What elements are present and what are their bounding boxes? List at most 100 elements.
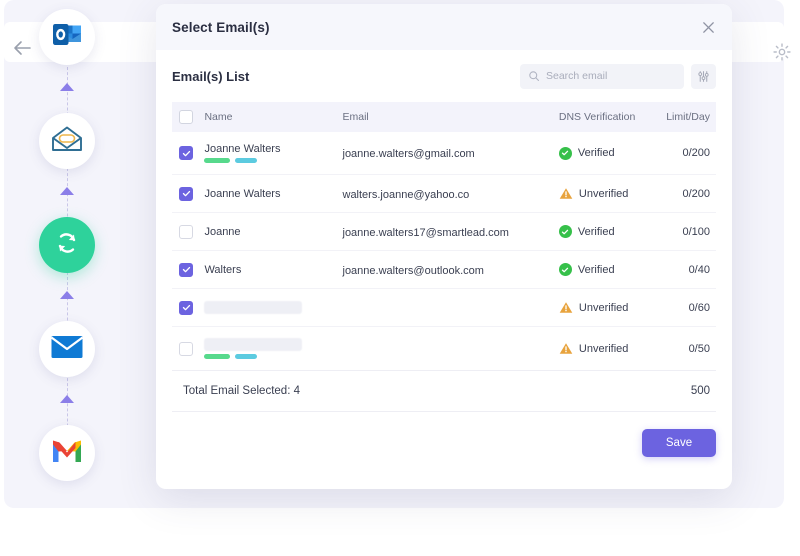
close-icon[interactable] <box>701 20 716 35</box>
open-envelope-icon <box>50 124 84 159</box>
screenshot-root: Select Email(s) Email(s) List <box>0 0 800 556</box>
row-name: Joanne Walters <box>204 143 342 155</box>
row-email-cell: walters.joanne@yahoo.co <box>343 185 559 203</box>
modal-title: Select Email(s) <box>172 20 270 35</box>
row-email-cell: joanne.walters@outlook.com <box>343 261 559 279</box>
tag-pill-green <box>204 354 230 359</box>
table-row[interactable]: Joanne Walterswalters.joanne@yahoo.coUnv… <box>172 175 716 213</box>
row-email-cell: joanne.walters@gmail.com <box>343 144 559 162</box>
workflow-rail <box>0 0 140 508</box>
dns-status-label: Unverified <box>579 302 629 314</box>
row-name-cell: Joanne Walters <box>200 143 342 163</box>
select-all-cell <box>172 110 200 124</box>
row-check-cell <box>172 263 200 277</box>
row-name-cell: Joanne Walters <box>200 188 342 200</box>
row-checkbox[interactable] <box>179 263 193 277</box>
gear-icon[interactable] <box>772 42 792 62</box>
tag-pill-blue <box>235 354 257 359</box>
row-checkbox[interactable] <box>179 225 193 239</box>
gmail-logo-icon <box>51 438 83 469</box>
search-icon <box>528 70 540 82</box>
unverified-icon <box>559 187 573 200</box>
column-header-name: Name <box>200 111 342 123</box>
list-header: Email(s) List <box>172 50 716 102</box>
verified-icon <box>559 147 572 160</box>
row-dns-cell: Unverified <box>559 342 656 355</box>
row-name-cell: Walters <box>200 264 342 276</box>
column-header-limit: Limit/Day <box>656 111 716 123</box>
row-checkbox[interactable] <box>179 342 193 356</box>
row-name: Joanne <box>204 226 342 238</box>
table-row[interactable]: Waltersjoanne.walters@outlook.com Verifie… <box>172 251 716 289</box>
row-limit-cell: 0/40 <box>656 264 716 276</box>
table-rows: Joanne Waltersjoanne.walters@gmail.comVe… <box>172 132 716 370</box>
dns-status-label: Verified <box>578 264 615 276</box>
tag-pill-blue <box>235 158 257 163</box>
workflow-node-sync[interactable] <box>39 217 95 273</box>
row-email: joanne.walters@gmail.com <box>343 148 475 160</box>
row-checkbox[interactable] <box>179 301 193 315</box>
sync-refresh-icon <box>52 228 82 263</box>
row-check-cell <box>172 342 200 356</box>
row-checkbox[interactable] <box>179 146 193 160</box>
emails-table: Name Email DNS Verification Limit/Day Jo… <box>172 102 716 412</box>
verified-icon <box>559 263 572 276</box>
unverified-icon <box>559 342 573 355</box>
redacted-name <box>204 301 302 314</box>
filter-sliders-icon[interactable] <box>691 64 716 89</box>
total-value: 500 <box>691 385 716 397</box>
dns-status-label: Verified <box>578 226 615 238</box>
total-label: Total Email Selected: 4 <box>183 385 691 397</box>
row-name: Walters <box>204 264 342 276</box>
outlook-logo-icon <box>52 21 82 54</box>
tag-pill-green <box>204 158 230 163</box>
row-limit-cell: 0/100 <box>656 226 716 238</box>
row-limit-cell: 0/60 <box>656 302 716 314</box>
row-check-cell <box>172 146 200 160</box>
tag-pills <box>204 354 342 359</box>
modal-body: Email(s) List <box>156 50 732 412</box>
row-limit-cell: 0/200 <box>656 188 716 200</box>
row-limit-cell: 0/50 <box>656 343 716 355</box>
row-name-cell <box>200 338 342 359</box>
workflow-node-outlook[interactable] <box>39 9 95 65</box>
row-email: joanne.walters17@smartlead.com <box>343 227 509 239</box>
column-header-email: Email <box>343 111 559 123</box>
table-row[interactable]: Joannejoanne.walters17@smartlead.com Veri… <box>172 213 716 251</box>
unverified-icon <box>559 301 573 314</box>
table-row[interactable]: Unverified 0/50 <box>172 327 716 370</box>
dns-status-label: Unverified <box>579 343 629 355</box>
row-check-cell <box>172 187 200 201</box>
table-row[interactable]: Joanne Waltersjoanne.walters@gmail.com Ve… <box>172 132 716 175</box>
rail-arrow-icon <box>60 291 74 299</box>
select-emails-modal: Select Email(s) Email(s) List <box>156 4 732 489</box>
search-controls <box>520 64 716 89</box>
workflow-node-open-email[interactable] <box>39 113 95 169</box>
select-all-checkbox[interactable] <box>179 110 193 124</box>
row-name-cell: Joanne <box>200 226 342 238</box>
modal-header: Select Email(s) <box>156 4 732 50</box>
row-check-cell <box>172 225 200 239</box>
workflow-node-email[interactable] <box>39 321 95 377</box>
verified-icon <box>559 225 572 238</box>
search-box[interactable] <box>520 64 684 89</box>
table-header-row: Name Email DNS Verification Limit/Day <box>172 102 716 132</box>
search-input[interactable] <box>546 70 676 82</box>
rail-arrow-icon <box>60 187 74 195</box>
modal-footer: Save <box>156 412 732 474</box>
row-dns-cell: Verified <box>559 263 656 276</box>
row-name-cell <box>200 301 342 314</box>
row-dns-cell: Verified <box>559 225 656 238</box>
rail-arrow-icon <box>60 83 74 91</box>
row-dns-cell: Verified <box>559 147 656 160</box>
row-checkbox[interactable] <box>179 187 193 201</box>
column-header-dns: DNS Verification <box>559 111 656 123</box>
workflow-node-gmail[interactable] <box>39 425 95 481</box>
table-row[interactable]: Unverified 0/60 <box>172 289 716 327</box>
save-button[interactable]: Save <box>642 429 716 457</box>
rail-arrow-icon <box>60 395 74 403</box>
row-email-cell: joanne.walters17@smartlead.com <box>343 223 559 241</box>
redacted-name <box>204 338 302 351</box>
row-dns-cell: Unverified <box>559 301 656 314</box>
row-name: Joanne Walters <box>204 188 342 200</box>
